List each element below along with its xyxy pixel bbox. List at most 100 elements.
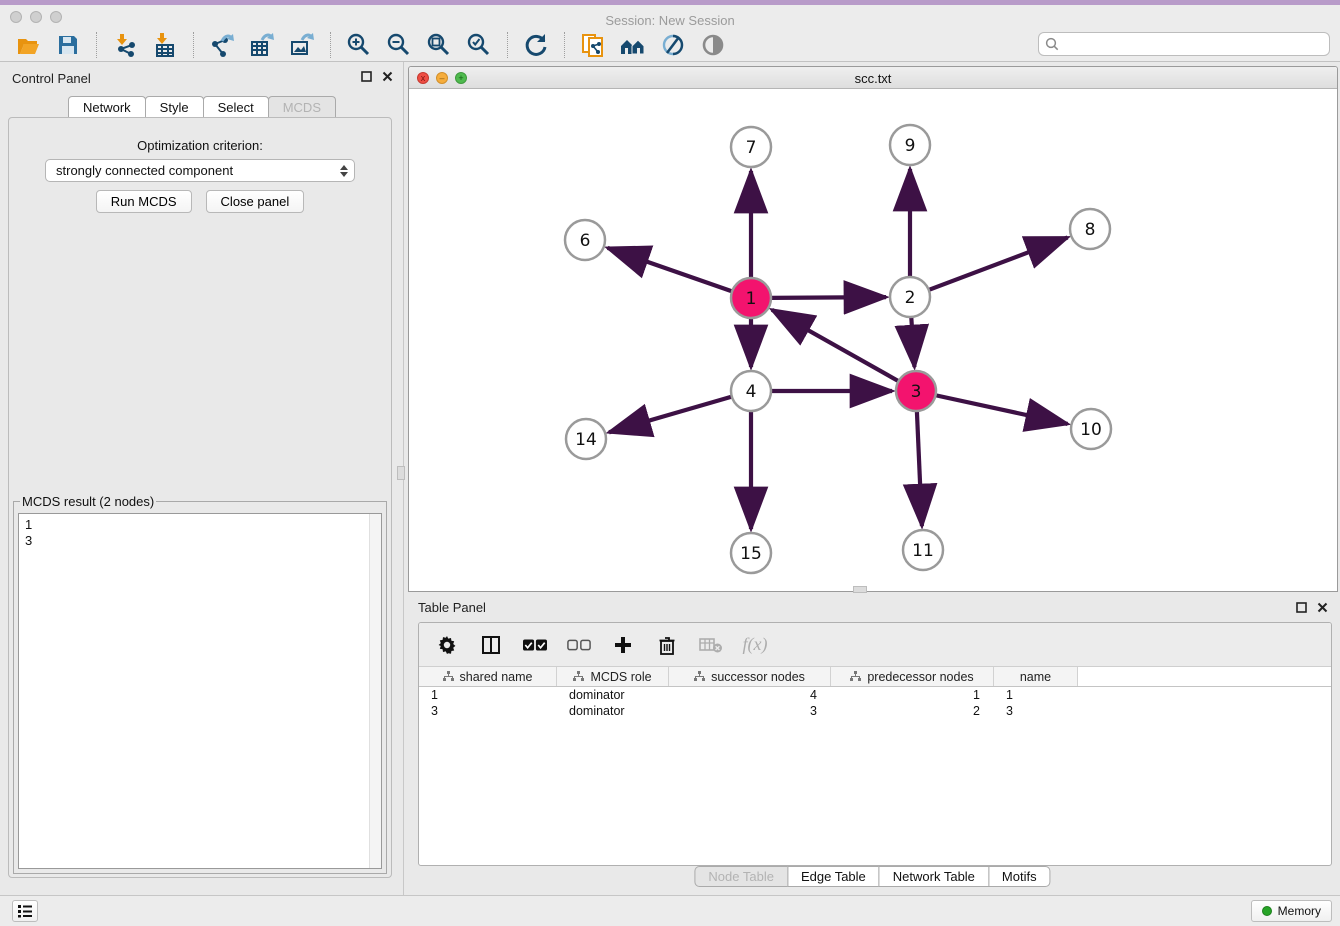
- tab-motifs[interactable]: Motifs: [988, 866, 1051, 887]
- search-input[interactable]: [1038, 32, 1330, 56]
- column-header-name[interactable]: name: [994, 667, 1078, 686]
- clone-network-icon[interactable]: [579, 31, 607, 59]
- memory-label: Memory: [1278, 904, 1321, 918]
- function-builder-icon: f(x): [743, 633, 767, 657]
- column-header-predecessor-nodes[interactable]: predecessor nodes: [831, 667, 994, 686]
- node-label-6: 6: [580, 231, 591, 251]
- column-header-successor-nodes[interactable]: successor nodes: [669, 667, 831, 686]
- export-image-icon[interactable]: [288, 31, 316, 59]
- edge-3-11[interactable]: [917, 411, 922, 526]
- cell-MCDS-role[interactable]: dominator: [557, 703, 669, 719]
- selected-criterion: strongly connected component: [56, 163, 340, 178]
- node-label-14: 14: [575, 430, 597, 450]
- network-graph: 7968124314101511: [409, 89, 1337, 591]
- search-icon: [1045, 37, 1059, 54]
- delete-column-icon[interactable]: [655, 633, 679, 657]
- main-toolbar: [0, 28, 1340, 62]
- task-list-icon: [17, 904, 33, 918]
- table-row-2[interactable]: 3dominator323: [419, 703, 1331, 719]
- tab-select[interactable]: Select: [203, 96, 269, 118]
- tab-network-table[interactable]: Network Table: [879, 866, 989, 887]
- mcds-result-area[interactable]: 1 3: [18, 513, 382, 869]
- edge-3-1[interactable]: [772, 310, 899, 381]
- column-tree-icon: [850, 671, 861, 682]
- float-table-panel-icon[interactable]: [1296, 601, 1307, 616]
- zoom-in-icon[interactable]: [345, 31, 373, 59]
- export-network-icon[interactable]: [208, 31, 236, 59]
- table-row-1[interactable]: 1dominator411: [419, 687, 1331, 703]
- add-column-icon[interactable]: [611, 633, 635, 657]
- tab-mcds[interactable]: MCDS: [268, 96, 336, 118]
- cell-name[interactable]: 1: [994, 687, 1078, 703]
- column-header-shared-name[interactable]: shared name: [419, 667, 557, 686]
- control-panel-tabs: NetworkStyleSelectMCDS: [0, 96, 403, 118]
- table-toolbar: f(x): [419, 623, 1331, 667]
- tab-edge-table[interactable]: Edge Table: [787, 866, 880, 887]
- apply-layout-icon[interactable]: [522, 31, 550, 59]
- cell-predecessor-nodes[interactable]: 1: [831, 687, 994, 703]
- open-session-icon[interactable]: [14, 31, 42, 59]
- edge-1-2[interactable]: [771, 297, 886, 298]
- edge-1-6[interactable]: [608, 248, 732, 291]
- network-view-window: x – + scc.txt 7968124314101511: [408, 66, 1338, 592]
- column-header-MCDS-role[interactable]: MCDS role: [557, 667, 669, 686]
- node-label-8: 8: [1085, 220, 1096, 240]
- export-table-icon[interactable]: [248, 31, 276, 59]
- column-tree-icon: [573, 671, 584, 682]
- tab-network[interactable]: Network: [68, 96, 146, 118]
- cell-MCDS-role[interactable]: dominator: [557, 687, 669, 703]
- column-label: shared name: [460, 670, 533, 684]
- run-mcds-button[interactable]: Run MCDS: [96, 190, 192, 213]
- column-label: successor nodes: [711, 670, 805, 684]
- column-tree-icon: [443, 671, 454, 682]
- node-label-3: 3: [911, 382, 922, 402]
- deselect-all-checkboxes-icon[interactable]: [567, 633, 591, 657]
- cell-name[interactable]: 3: [994, 703, 1078, 719]
- birds-eye-view-icon[interactable]: [699, 31, 727, 59]
- import-table-icon[interactable]: [151, 31, 179, 59]
- zoom-fit-icon[interactable]: [425, 31, 453, 59]
- column-layout-icon[interactable]: [479, 633, 503, 657]
- settings-gear-icon[interactable]: [435, 633, 459, 657]
- save-session-icon[interactable]: [54, 31, 82, 59]
- cell-successor-nodes[interactable]: 4: [669, 687, 831, 703]
- cell-shared-name[interactable]: 1: [419, 687, 557, 703]
- edge-3-10[interactable]: [936, 395, 1068, 424]
- mcds-tab-body: Optimization criterion: strongly connect…: [8, 117, 392, 878]
- close-table-panel-icon[interactable]: [1317, 601, 1328, 616]
- import-network-icon[interactable]: [111, 31, 139, 59]
- first-neighbors-icon[interactable]: [619, 31, 647, 59]
- column-tree-icon: [694, 671, 705, 682]
- cell-successor-nodes[interactable]: 3: [669, 703, 831, 719]
- zoom-selected-icon[interactable]: [465, 31, 493, 59]
- edge-4-14[interactable]: [609, 397, 732, 433]
- memory-button[interactable]: Memory: [1251, 900, 1332, 922]
- select-all-checkboxes-icon[interactable]: [523, 633, 547, 657]
- close-panel-icon[interactable]: [382, 70, 393, 85]
- cell-shared-name[interactable]: 3: [419, 703, 557, 719]
- result-scrollbar[interactable]: [369, 514, 381, 868]
- close-panel-button[interactable]: Close panel: [206, 190, 305, 213]
- app-titlebar: Session: New Session: [0, 5, 1340, 28]
- table-body: 1dominator4113dominator323: [419, 687, 1331, 719]
- edge-2-8[interactable]: [929, 237, 1068, 289]
- table-panel: Table Panel: [404, 596, 1340, 895]
- node-label-4: 4: [746, 382, 757, 402]
- vertical-splitter-handle[interactable]: [397, 466, 405, 480]
- dropdown-stepper-icon: [340, 165, 348, 177]
- network-window-titlebar[interactable]: x – + scc.txt: [409, 67, 1337, 89]
- float-panel-icon[interactable]: [361, 70, 372, 85]
- graphics-details-icon[interactable]: [659, 31, 687, 59]
- horizontal-splitter-handle[interactable]: [853, 586, 867, 593]
- task-history-button[interactable]: [12, 900, 38, 922]
- tab-style[interactable]: Style: [145, 96, 204, 118]
- edge-2-3[interactable]: [911, 317, 914, 367]
- cell-predecessor-nodes[interactable]: 2: [831, 703, 994, 719]
- tab-node-table[interactable]: Node Table: [694, 866, 788, 887]
- optimization-criterion-select[interactable]: strongly connected component: [45, 159, 355, 182]
- network-canvas[interactable]: 7968124314101511: [409, 89, 1337, 591]
- optimization-criterion-label: Optimization criterion:: [9, 138, 391, 153]
- zoom-out-icon[interactable]: [385, 31, 413, 59]
- node-label-1: 1: [746, 289, 757, 309]
- delete-table-icon: [699, 633, 723, 657]
